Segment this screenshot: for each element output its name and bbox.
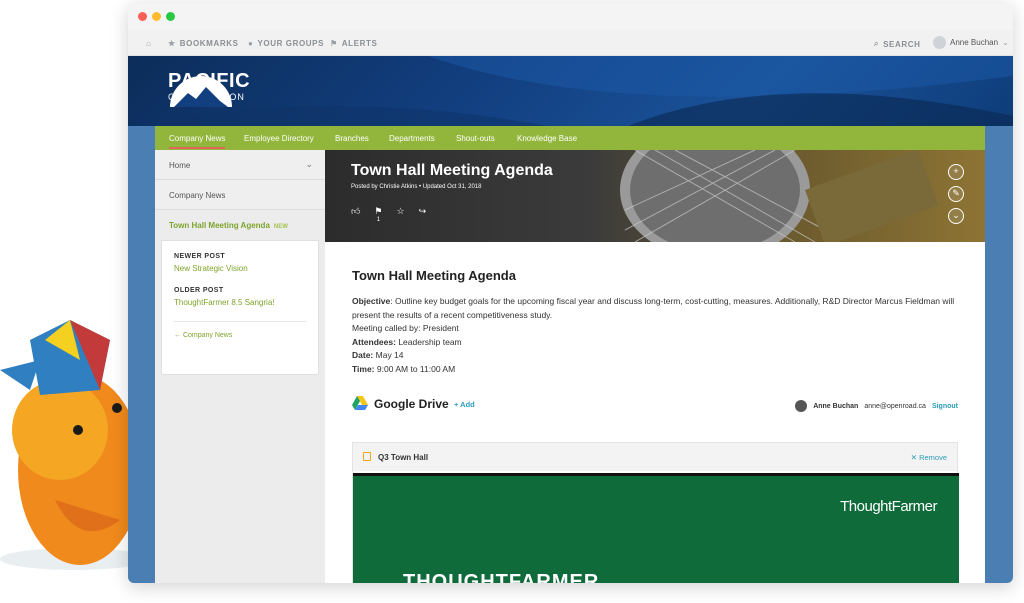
nav-company-news[interactable]: Company News [169, 134, 226, 149]
time-label: Time: [352, 363, 375, 374]
embedded-document: Q3 Town Hall ✕ Remove ThoughtFarmer THOU… [352, 442, 959, 583]
slide-title: THOUGHTFARMER [403, 571, 600, 583]
main-content: Town Hall Meeting Agenda Posted by Chris… [325, 150, 985, 583]
post-title: Town Hall Meeting Agenda [351, 162, 553, 179]
google-drive-icon [352, 396, 368, 410]
your-groups-link[interactable]: ● YOUR GROUPS [248, 39, 324, 48]
add-drive-file-link[interactable]: + Add [454, 400, 475, 409]
chevron-down-icon: ⌄ [1002, 38, 1009, 47]
back-to-section-link[interactable]: ← Company News [174, 332, 306, 339]
remove-document-link[interactable]: ✕ Remove [911, 453, 947, 462]
sidebar-item-label: Town Hall Meeting Agenda [169, 221, 270, 230]
title-bar [128, 3, 1013, 30]
nav-employee-directory[interactable]: Employee Directory [244, 134, 314, 143]
browser-window: ⌂ ★ BOOKMARKS ● YOUR GROUPS ⚑ ALERTS ⌕ SEARC… [128, 3, 1013, 583]
sidebar-item-current[interactable]: Town Hall Meeting Agenda NEW [155, 210, 325, 240]
star-icon[interactable]: ☆ [396, 206, 404, 223]
post-hero: Town Hall Meeting Agenda Posted by Chris… [325, 150, 985, 242]
site-logo[interactable]: PACIFIC CREDIT UNION [168, 71, 250, 107]
article-heading: Town Hall Meeting Agenda [352, 268, 516, 283]
sidebar-item-label: Home [169, 161, 191, 170]
star-icon: ★ [168, 39, 176, 48]
main-navigation: Company News Employee Directory Branches… [155, 126, 985, 150]
older-post-link[interactable]: ThoughtFarmer 8.5 Sangria! [174, 298, 306, 307]
attendees-label: Attendees: [352, 336, 396, 347]
divider [174, 321, 306, 322]
flag-icon: ⚑ [330, 39, 338, 48]
search-icon: ⌕ [874, 39, 880, 48]
nav-knowledge-base[interactable]: Knowledge Base [517, 134, 577, 143]
google-drive-bar: Google Drive + Add Anne Buchan anne@open… [352, 396, 958, 412]
home-button[interactable]: ⌂ [146, 39, 151, 48]
document-name[interactable]: Q3 Town Hall [378, 453, 428, 462]
user-name: Anne Buchan [950, 38, 999, 47]
alerts-label: ALERTS [341, 39, 378, 48]
new-badge: NEW [273, 224, 288, 230]
avatar [933, 36, 946, 49]
newer-post-heading: NEWER POST [174, 253, 226, 260]
flag-count: 1 [376, 217, 381, 223]
chevron-down-button[interactable]: ⌄ [948, 208, 964, 224]
sidebar-item-label: Company News [169, 191, 226, 200]
nav-shout-outs[interactable]: Shout-outs [456, 134, 495, 143]
drive-account: Anne Buchan anne@openroad.ca Signout [795, 400, 958, 412]
person-icon: ● [248, 39, 254, 48]
chevron-down-icon[interactable]: ⌄ [305, 159, 313, 170]
attendees-text: Leadership team [398, 336, 462, 347]
slides-icon [363, 452, 371, 461]
page-stage: PACIFIC CREDIT UNION Company News Employ… [128, 56, 1013, 583]
banner-pattern [128, 56, 1013, 126]
date-label: Date: [352, 350, 374, 360]
arrow-left-icon: ← [174, 332, 181, 339]
mountain-logo-icon [170, 76, 232, 107]
google-drive-title: Google Drive [374, 397, 449, 411]
meeting-called-by: Meeting called by: President [352, 323, 459, 333]
older-post-heading: OLDER POST [174, 287, 224, 294]
signout-link[interactable]: Signout [932, 403, 958, 410]
bookmarks-link[interactable]: ★ BOOKMARKS [168, 39, 239, 48]
sidebar-item-home[interactable]: Home ⌄ [155, 150, 325, 180]
minimize-window-button[interactable] [152, 12, 161, 21]
post-body: Town Hall Meeting Agenda Objective: Outl… [352, 268, 962, 376]
add-circle-button[interactable]: + [948, 164, 964, 180]
search-label: SEARCH [883, 39, 921, 49]
edit-pencil-button[interactable]: ✎ [948, 186, 964, 202]
time-text: 9:00 AM to 11:00 AM [376, 363, 456, 374]
drive-user-email: anne@openroad.ca [864, 402, 926, 410]
sidebar-item-company-news[interactable]: Company News [155, 180, 325, 210]
back-link-label: Company News [182, 332, 233, 339]
home-icon: ⌂ [146, 39, 152, 48]
bookmarks-label: BOOKMARKS [179, 39, 239, 48]
post-meta: Posted by Christie Atkins • Updated Oct … [351, 184, 482, 190]
date-text: May 14 [375, 350, 404, 360]
left-sidebar: Home ⌄ Company News Town Hall Meeting Age… [155, 150, 325, 583]
objective-text: : Outline key budget goals for the upcom… [352, 296, 955, 320]
drive-user-name: Anne Buchan [813, 402, 859, 410]
post-navigation-card: NEWER POST New Strategic Vision OLDER PO… [161, 240, 319, 375]
nav-branches[interactable]: Branches [335, 134, 369, 143]
close-window-button[interactable] [138, 12, 147, 21]
your-groups-label: YOUR GROUPS [257, 39, 325, 48]
newer-post-link[interactable]: New Strategic Vision [174, 264, 306, 273]
header-banner: PACIFIC CREDIT UNION [128, 56, 1013, 126]
share-icon[interactable]: ↪ [419, 206, 427, 223]
nav-departments[interactable]: Departments [389, 134, 435, 143]
slide-brand: ThoughtFarmer [840, 498, 937, 515]
post-actions: 👍︎ ⚑ 1 ☆ ↪ [351, 206, 426, 223]
user-menu[interactable]: Anne Buchan ⌄ [933, 36, 1009, 49]
search-link[interactable]: ⌕ SEARCH [874, 39, 920, 49]
top-toolbar: ⌂ ★ BOOKMARKS ● YOUR GROUPS ⚑ ALERTS ⌕ SEARC… [128, 30, 1013, 56]
alerts-link[interactable]: ⚑ ALERTS [330, 39, 377, 48]
slide-preview[interactable]: ThoughtFarmer THOUGHTFARMER [353, 473, 959, 583]
flag-action[interactable]: ⚑ 1 [374, 206, 382, 223]
document-header: Q3 Town Hall ✕ Remove [353, 443, 957, 471]
like-icon[interactable]: 👍︎ [351, 206, 360, 223]
mascot-illustration [0, 320, 140, 565]
maximize-window-button[interactable] [166, 12, 175, 21]
flag-icon: ⚑ [374, 206, 383, 216]
objective-label: Objective [352, 296, 391, 306]
avatar [795, 400, 808, 412]
